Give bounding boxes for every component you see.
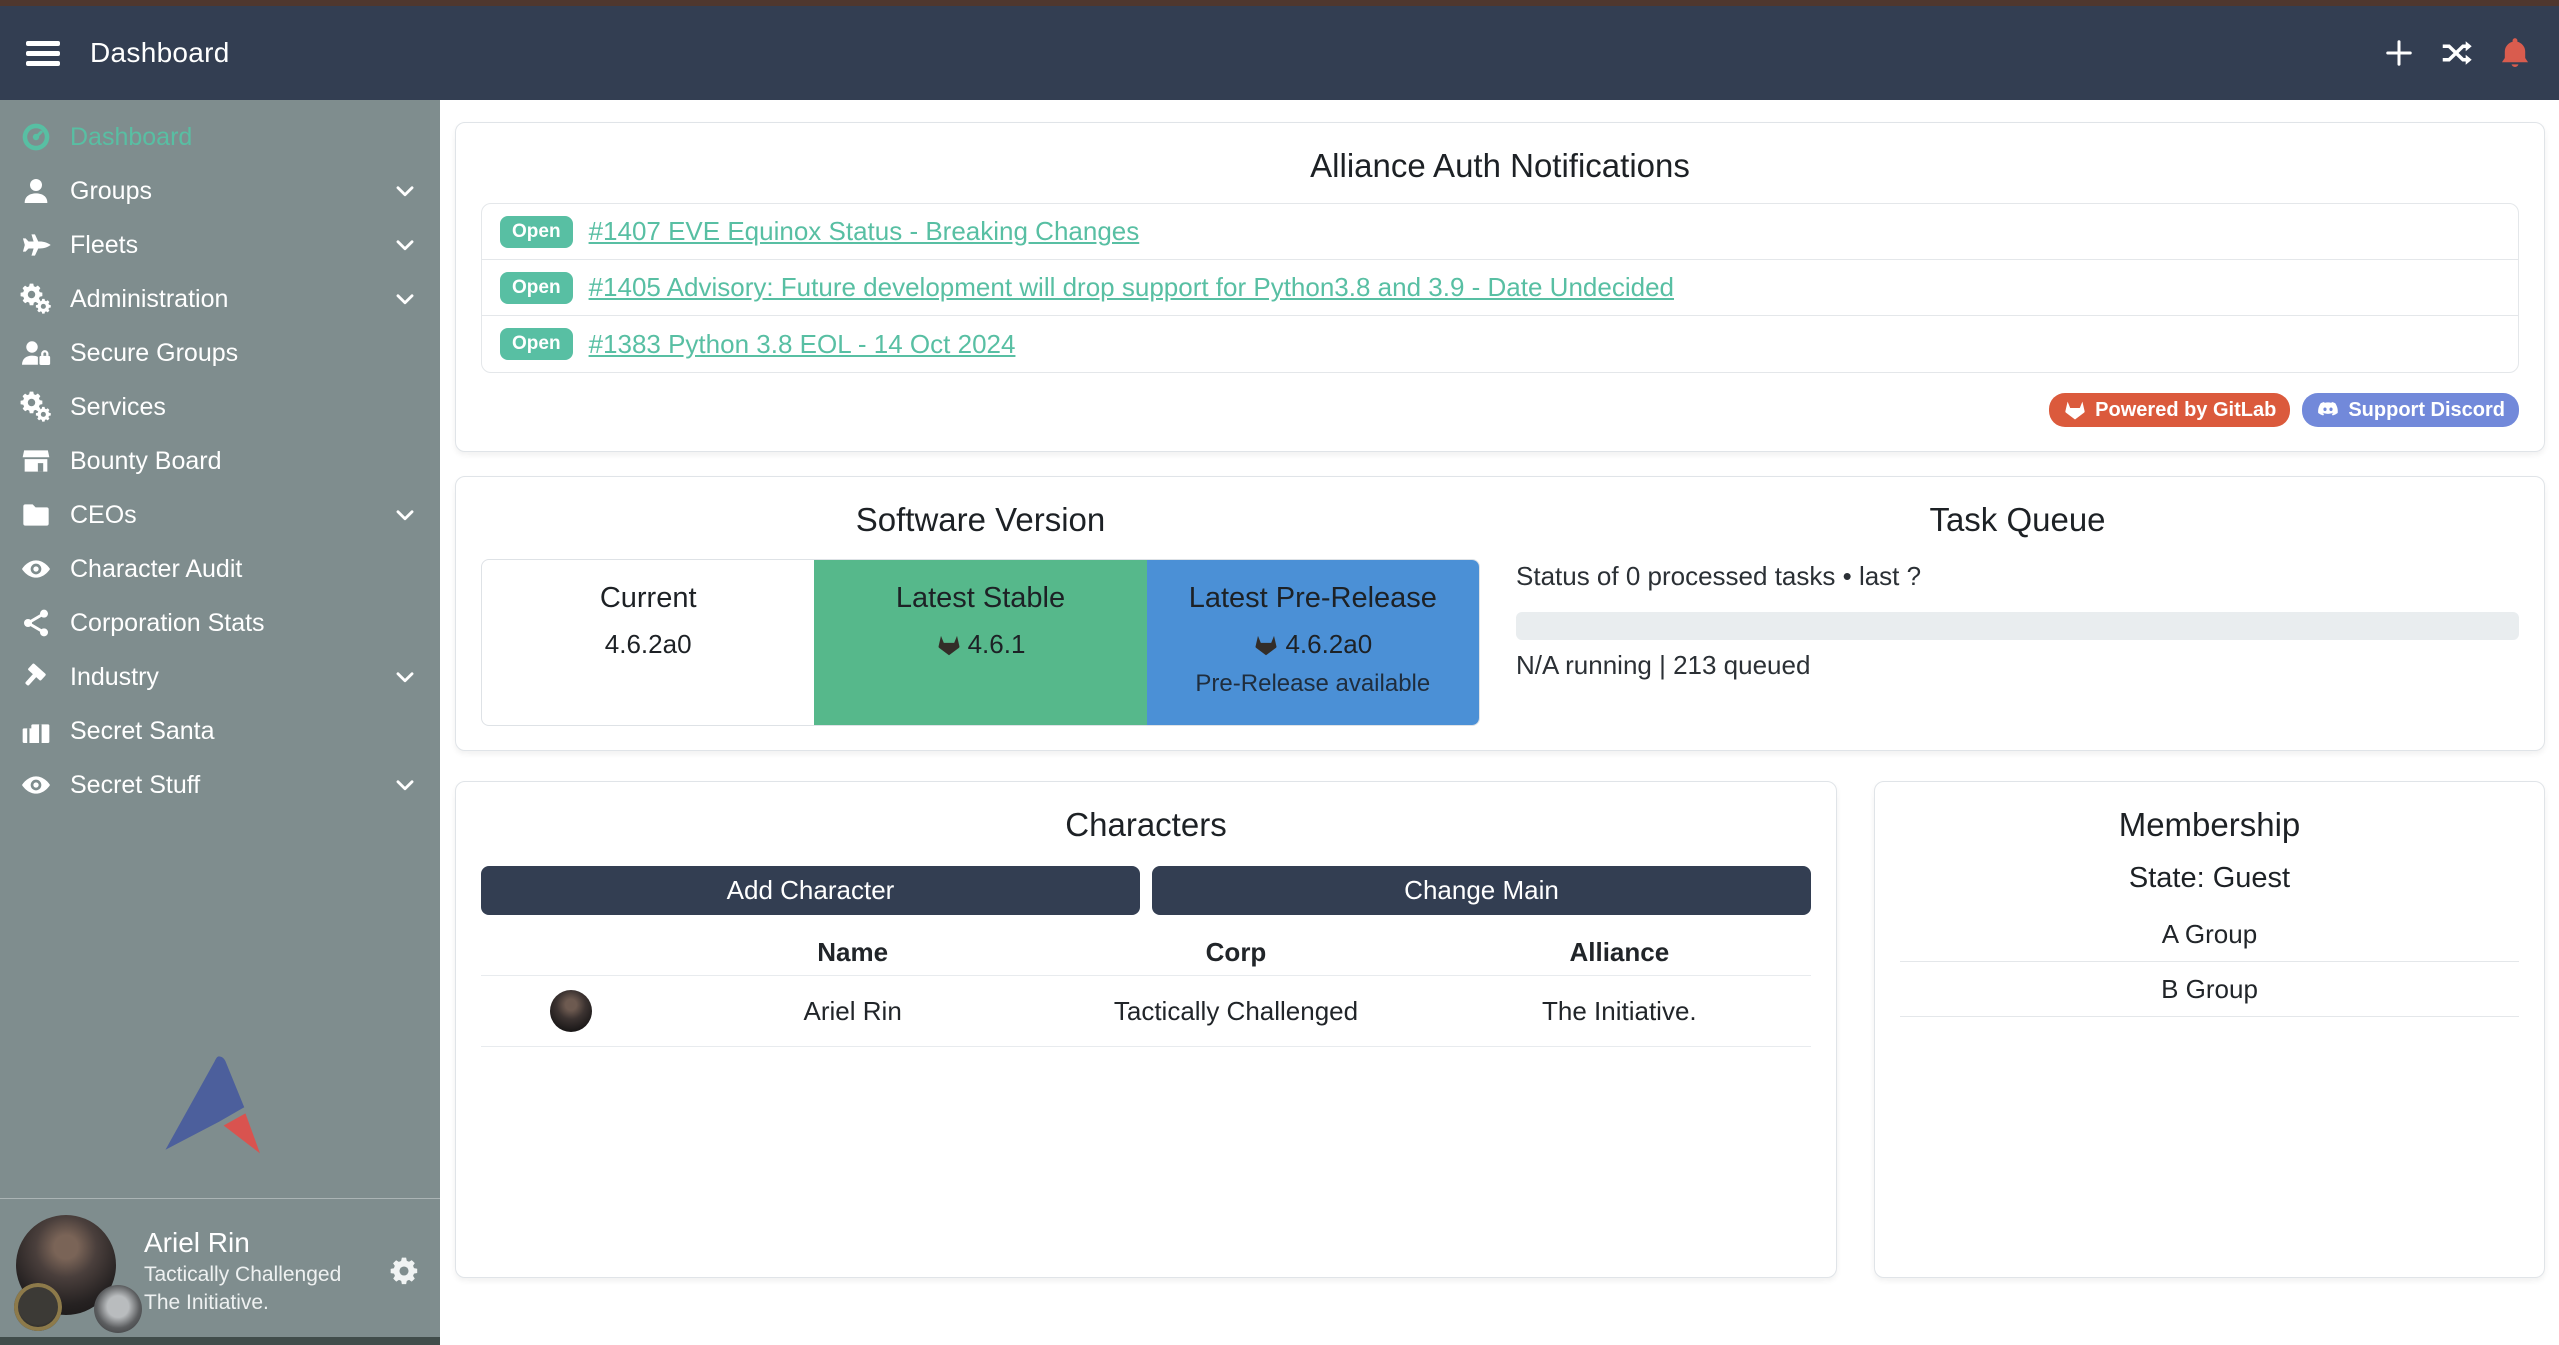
- support-discord-badge[interactable]: Support Discord: [2302, 393, 2519, 427]
- column-header-alliance: Alliance: [1428, 937, 1811, 968]
- sidebar-item-secret-santa[interactable]: Secret Santa: [0, 704, 440, 758]
- eye-icon: [20, 553, 52, 585]
- version-cell-current: Current 4.6.2a0: [482, 560, 814, 725]
- user-lock-icon: [20, 337, 52, 369]
- version-cell-latest-prerelease: Latest Pre-Release 4.6.2a0 Pre-Release a…: [1147, 560, 1479, 725]
- task-queue-counts: N/A running | 213 queued: [1516, 650, 2519, 681]
- chevron-down-icon: [392, 232, 418, 258]
- sidebar-bottom-strip: [0, 1337, 440, 1345]
- menu-toggle-icon[interactable]: [26, 36, 60, 70]
- notification-item: Open #1405 Advisory: Future development …: [482, 260, 2518, 316]
- version-cell-latest-stable: Latest Stable 4.6.1: [814, 560, 1146, 725]
- change-main-button[interactable]: Change Main: [1152, 866, 1811, 915]
- add-character-button[interactable]: Add Character: [481, 866, 1140, 915]
- chevron-down-icon: [392, 286, 418, 312]
- version-task-panel: Software Version Current 4.6.2a0 Latest …: [455, 476, 2545, 751]
- user-alliance: The Initiative.: [144, 1291, 388, 1315]
- version-box: Current 4.6.2a0 Latest Stable 4.6.1 Late…: [481, 559, 1480, 726]
- change-main-shuffle-icon[interactable]: [2439, 35, 2475, 71]
- character-avatar: [550, 990, 592, 1032]
- task-queue-progress-bar: [1516, 612, 2519, 640]
- notifications-title: Alliance Auth Notifications: [481, 147, 2519, 185]
- chevron-down-icon: [392, 664, 418, 690]
- add-character-icon[interactable]: [2381, 35, 2417, 71]
- share-icon: [20, 607, 52, 639]
- status-badge: Open: [500, 272, 573, 304]
- fighter-jet-icon: [20, 229, 52, 261]
- sidebar-item-character-audit[interactable]: Character Audit: [0, 542, 440, 596]
- notifications-panel: Alliance Auth Notifications Open #1407 E…: [455, 122, 2545, 452]
- sidebar-item-secure-groups[interactable]: Secure Groups: [0, 326, 440, 380]
- sidebar-item-secret-stuff[interactable]: Secret Stuff: [0, 758, 440, 812]
- task-queue-status-text: Status of 0 processed tasks • last ?: [1516, 561, 2519, 592]
- sidebar-item-ceos[interactable]: CEOs: [0, 488, 440, 542]
- status-badge: Open: [500, 216, 573, 248]
- user-corp: Tactically Challenged: [144, 1263, 388, 1287]
- software-version-title: Software Version: [481, 501, 1480, 539]
- characters-panel: Characters Add Character Change Main Nam…: [455, 781, 1837, 1278]
- sidebar-item-corporation-stats[interactable]: Corporation Stats: [0, 596, 440, 650]
- sidebar-item-dashboard[interactable]: Dashboard: [0, 110, 440, 164]
- sidebar-item-industry[interactable]: Industry: [0, 650, 440, 704]
- gitlab-icon: [1253, 632, 1279, 658]
- group-row: A Group: [1900, 907, 2519, 962]
- corp-logo-badge: [14, 1283, 62, 1331]
- notifications-list: Open #1407 EVE Equinox Status - Breaking…: [481, 203, 2519, 373]
- sidebar-item-bounty-board[interactable]: Bounty Board: [0, 434, 440, 488]
- settings-gear-icon[interactable]: [388, 1255, 420, 1287]
- chevron-down-icon: [392, 178, 418, 204]
- user-icon: [20, 175, 52, 207]
- alliance-auth-logo: [159, 1054, 281, 1180]
- top-navbar: Dashboard: [0, 6, 2559, 100]
- main-content: Alliance Auth Notifications Open #1407 E…: [440, 100, 2559, 1345]
- notification-link[interactable]: #1407 EVE Equinox Status - Breaking Chan…: [589, 216, 1140, 247]
- character-corp: Tactically Challenged: [1044, 996, 1427, 1027]
- sidebar-item-administration[interactable]: Administration: [0, 272, 440, 326]
- gears-icon: [20, 283, 52, 315]
- column-header-name: Name: [661, 937, 1044, 968]
- chevron-down-icon: [392, 502, 418, 528]
- membership-title: Membership: [1900, 806, 2519, 844]
- character-alliance: The Initiative.: [1428, 996, 1811, 1027]
- software-version-section: Software Version Current 4.6.2a0 Latest …: [481, 501, 1500, 726]
- sidebar-item-groups[interactable]: Groups: [0, 164, 440, 218]
- chevron-down-icon: [392, 772, 418, 798]
- table-row: Ariel Rin Tactically Challenged The Init…: [481, 975, 1811, 1047]
- user-panel: Ariel Rin Tactically Challenged The Init…: [0, 1198, 440, 1337]
- notification-link[interactable]: #1383 Python 3.8 EOL - 14 Oct 2024: [589, 329, 1016, 360]
- folder-icon: [20, 499, 52, 531]
- hammer-icon: [20, 661, 52, 693]
- sidebar-menu: Dashboard Groups Fleets Administration S…: [0, 100, 440, 812]
- gitlab-icon: [2063, 398, 2087, 422]
- eye-icon: [20, 769, 52, 801]
- status-badge: Open: [500, 328, 573, 360]
- sidebar-item-services[interactable]: Services: [0, 380, 440, 434]
- avatar: [16, 1215, 128, 1327]
- user-name: Ariel Rin: [144, 1227, 388, 1259]
- membership-panel: Membership State: Guest A Group B Group: [1874, 781, 2545, 1278]
- store-icon: [20, 445, 52, 477]
- character-name: Ariel Rin: [661, 996, 1044, 1027]
- group-row: B Group: [1900, 962, 2519, 1017]
- gitlab-icon: [936, 632, 962, 658]
- alliance-logo-badge: [94, 1285, 142, 1333]
- notifications-bell-icon[interactable]: [2497, 35, 2533, 71]
- sidebar-item-fleets[interactable]: Fleets: [0, 218, 440, 272]
- page-title: Dashboard: [90, 37, 230, 69]
- sidebar: Dashboard Groups Fleets Administration S…: [0, 100, 440, 1345]
- powered-by-gitlab-badge[interactable]: Powered by GitLab: [2049, 393, 2290, 427]
- task-queue-section: Task Queue Status of 0 processed tasks •…: [1500, 501, 2519, 726]
- gauge-icon: [20, 121, 52, 153]
- notification-item: Open #1383 Python 3.8 EOL - 14 Oct 2024: [482, 316, 2518, 372]
- membership-state: State: Guest: [1900, 862, 2519, 895]
- task-queue-title: Task Queue: [1516, 501, 2519, 539]
- gears-icon: [20, 391, 52, 423]
- gifts-icon: [20, 715, 52, 747]
- notification-item: Open #1407 EVE Equinox Status - Breaking…: [482, 204, 2518, 260]
- characters-table: Name Corp Alliance Ariel Rin Tactically …: [481, 929, 1811, 1047]
- column-header-corp: Corp: [1044, 937, 1427, 968]
- characters-title: Characters: [481, 806, 1811, 844]
- discord-icon: [2316, 398, 2340, 422]
- notification-link[interactable]: #1405 Advisory: Future development will …: [589, 272, 1674, 303]
